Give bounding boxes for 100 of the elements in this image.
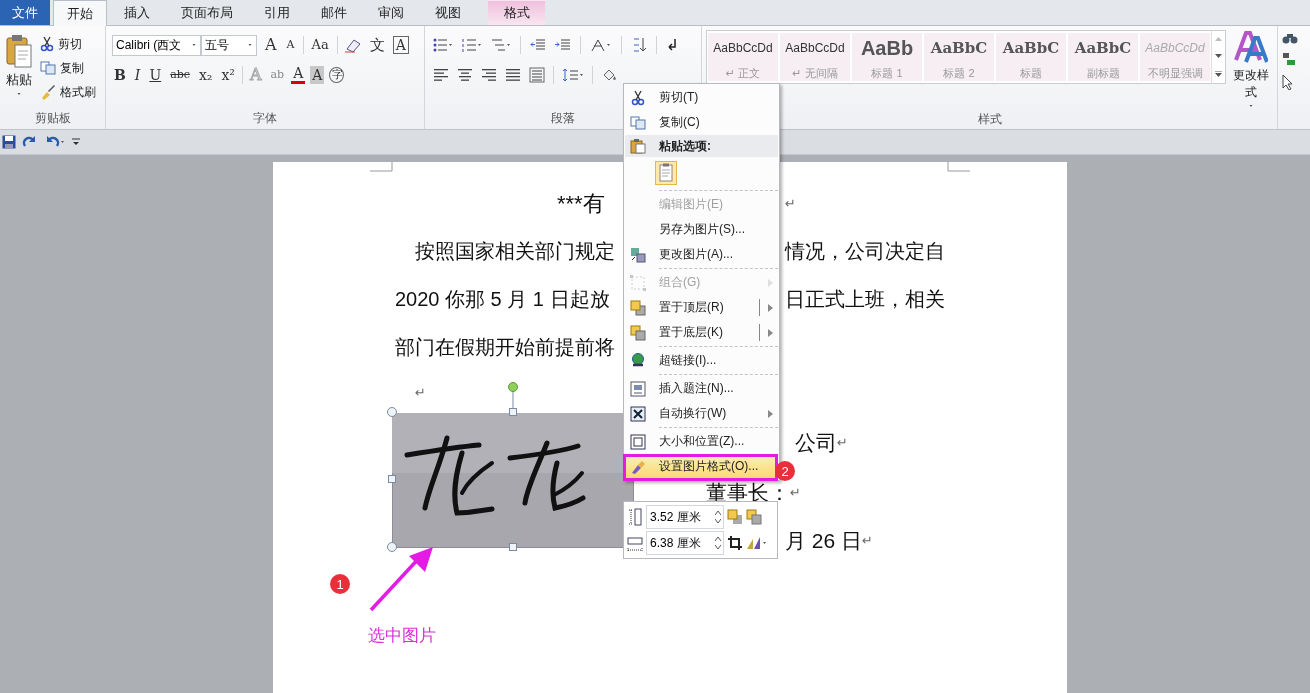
font-size-field[interactable]: 五号 — [201, 34, 257, 56]
resize-handle[interactable] — [388, 475, 396, 483]
format-painter-button[interactable]: 格式刷 — [38, 80, 98, 104]
sup-button[interactable]: x² — [219, 66, 237, 84]
redo-icon[interactable] — [22, 135, 38, 149]
undo-icon[interactable] — [44, 135, 66, 149]
spinner-icon[interactable] — [715, 510, 721, 524]
group-label: 段落 — [551, 109, 575, 127]
case-button[interactable]: Aa — [309, 36, 331, 54]
ribbon-tab[interactable]: 文件 — [0, 0, 50, 25]
height-field[interactable]: 3.52 厘米 — [646, 505, 724, 529]
increase-indent-icon[interactable] — [555, 38, 571, 52]
border-button[interactable]: A — [392, 36, 409, 54]
save-icon[interactable] — [2, 135, 16, 149]
shape-width-icon[interactable] — [627, 534, 643, 552]
paragraph-mark: ↵ — [862, 531, 873, 550]
customize-toolbar-icon[interactable] — [72, 138, 80, 146]
crop-icon[interactable] — [727, 535, 743, 551]
find-icon[interactable] — [1282, 32, 1298, 44]
scroll-down-icon[interactable] — [1215, 54, 1222, 58]
justify-icon[interactable] — [505, 68, 521, 82]
shrink-button[interactable]: A — [284, 36, 297, 54]
rotate-icon[interactable] — [746, 535, 768, 551]
font-name-field[interactable]: Calibri (西文 — [112, 34, 201, 56]
ribbon-tab[interactable]: 页面布局 — [167, 0, 247, 25]
change-styles-button[interactable]: 更改样式 — [1229, 30, 1273, 110]
chinese-layout-icon[interactable] — [590, 38, 612, 52]
menu-item[interactable]: 另存为图片(S)... — [625, 217, 778, 242]
ribbon-tab[interactable]: 视图 — [421, 0, 475, 25]
change-picture-icon — [630, 246, 646, 263]
resize-handle[interactable] — [509, 543, 517, 551]
menu-item[interactable]: 剪切(T) — [625, 85, 778, 110]
menu-item[interactable]: 超链接(I)... — [625, 348, 778, 376]
phonetic-button[interactable]: 文 — [367, 36, 387, 54]
bold-button[interactable]: B — [112, 66, 128, 84]
send-backward-icon[interactable] — [746, 509, 762, 525]
shading-icon[interactable] — [601, 67, 617, 83]
menu-item[interactable]: 大小和位置(Z)... — [625, 429, 778, 454]
width-field[interactable]: 6.38 厘米 — [646, 531, 724, 555]
sub-button[interactable]: x₂ — [196, 66, 215, 84]
numbering-icon[interactable] — [462, 38, 482, 52]
ribbon-tab[interactable]: 插入 — [110, 0, 164, 25]
align-left-icon[interactable] — [433, 68, 449, 82]
select-cursor-icon[interactable] — [1282, 74, 1294, 90]
sort-icon[interactable] — [631, 37, 647, 53]
spinner-icon[interactable] — [715, 536, 721, 550]
shape-height-icon[interactable] — [627, 508, 643, 526]
style-option[interactable]: AaBbCcDd ↵ 正文 — [708, 33, 778, 81]
copy-button[interactable]: 复制 — [38, 56, 98, 80]
menu-item[interactable]: 置于顶层(R) — [625, 295, 778, 320]
clear-format-icon[interactable] — [343, 37, 362, 53]
size-position-icon — [630, 433, 646, 450]
italic-button[interactable]: I — [132, 66, 143, 84]
ribbon-tab[interactable]: 格式 — [488, 0, 545, 25]
menu-item[interactable]: 插入题注(N)... — [625, 376, 778, 401]
resize-handle[interactable] — [387, 407, 397, 417]
resize-handle[interactable] — [387, 542, 397, 552]
bring-forward-icon[interactable] — [727, 509, 743, 525]
cut-button[interactable]: 剪切 — [38, 32, 98, 56]
decrease-indent-icon[interactable] — [530, 38, 546, 52]
ribbon-tab[interactable]: 审阅 — [364, 0, 418, 25]
resize-handle[interactable] — [509, 408, 517, 416]
paste-option-icon[interactable] — [655, 161, 677, 185]
paragraph-mark-icon[interactable] — [666, 38, 678, 52]
paragraph-mark: ↵ — [415, 384, 426, 400]
style-option[interactable]: AaBbC 标题 2 — [924, 33, 994, 81]
strike-button[interactable]: abc — [168, 66, 192, 84]
multilevel-list-icon[interactable] — [491, 38, 511, 52]
copy-icon — [40, 61, 56, 75]
style-option[interactable]: AaBbCcDd ↵ 无间隔 — [780, 33, 850, 81]
text-wrap-icon — [630, 405, 646, 422]
ribbon-tab[interactable]: 邮件 — [307, 0, 361, 25]
style-option[interactable]: AaBbC 副标题 — [1068, 33, 1138, 81]
shade-button[interactable]: A — [310, 66, 325, 84]
ribbon-tab[interactable]: 开始 — [53, 0, 107, 26]
align-center-icon[interactable] — [457, 68, 473, 82]
menu-item[interactable]: 更改图片(A)... — [625, 242, 778, 270]
more-icon[interactable] — [1215, 70, 1222, 77]
replace-icon[interactable] — [1282, 52, 1298, 66]
menu-item[interactable]: 置于底层(K) — [625, 320, 778, 348]
style-option[interactable]: AaBbC 标题 — [996, 33, 1066, 81]
globe-link-icon — [630, 352, 646, 369]
underline-button[interactable]: U — [147, 66, 164, 84]
ribbon-tab[interactable]: 引用 — [250, 0, 304, 25]
menu-item[interactable]: 自动换行(W) — [625, 401, 778, 429]
body-text: 月 26 日 — [785, 529, 863, 551]
format-picture-icon — [630, 458, 646, 475]
bullets-icon[interactable] — [433, 38, 453, 52]
line-spacing-icon[interactable] — [562, 68, 584, 82]
submenu-arrow-icon — [768, 328, 773, 337]
rotation-handle[interactable] — [508, 382, 518, 410]
paste-button[interactable]: 粘贴 — [4, 32, 34, 107]
styles-icon — [1234, 30, 1268, 64]
menu-item[interactable]: 复制(C) — [625, 110, 778, 135]
clipboard-icon — [6, 34, 32, 68]
align-right-icon[interactable] — [481, 68, 497, 82]
grow-button[interactable]: A — [263, 36, 279, 54]
style-option[interactable]: AaBb 标题 1 — [852, 33, 922, 81]
distributed-icon[interactable] — [529, 67, 545, 83]
color-button[interactable]: A — [291, 66, 306, 84]
